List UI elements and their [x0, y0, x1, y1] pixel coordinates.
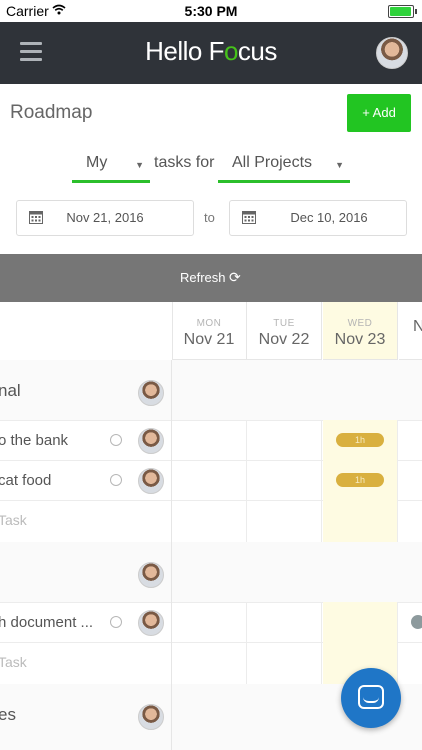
status-bar: Carrier 5:30 PM — [0, 0, 422, 22]
row-name-cell: Task — [0, 642, 172, 684]
title-bar: Roadmap + Add — [0, 84, 422, 145]
app-logo: Hello Focus — [145, 36, 277, 66]
refresh-label: Refresh — [180, 270, 226, 285]
refresh-button[interactable]: Refresh ⟳ — [0, 254, 422, 302]
refresh-icon: ⟳ — [229, 269, 241, 285]
day-date: Nov 22 — [258, 331, 310, 348]
chat-button[interactable] — [341, 668, 401, 728]
row-name-cell: Task — [0, 500, 172, 542]
task-row[interactable]: o the bank 1h — [0, 420, 422, 461]
group-label: es — [0, 705, 16, 724]
day-cell-today[interactable] — [323, 602, 398, 642]
time-estimate-pill[interactable]: 1h — [336, 433, 384, 447]
day-cell[interactable] — [399, 420, 422, 460]
task-row[interactable]: h document ... — [0, 602, 422, 643]
day-cell[interactable] — [247, 642, 322, 684]
group-row[interactable]: nal — [0, 360, 422, 421]
task-row[interactable]: cat food 1h — [0, 460, 422, 501]
task-label: o the bank — [0, 432, 69, 449]
row-name-cell: es — [0, 684, 172, 750]
day-header-today: WED Nov 23 — [323, 302, 398, 360]
top-navbar: Hello Focus — [0, 22, 422, 84]
day-cell[interactable] — [399, 642, 422, 684]
start-date-value: Nov 21, 2016 — [66, 210, 144, 225]
day-cell[interactable] — [247, 602, 322, 642]
add-button[interactable]: + Add — [347, 94, 411, 132]
clock-icon — [110, 434, 122, 446]
group-row[interactable] — [0, 542, 422, 603]
to-label: to — [204, 210, 215, 225]
day-cell-today[interactable] — [323, 500, 398, 542]
row-name-cell — [0, 542, 172, 602]
assignee-avatar — [138, 562, 164, 588]
caret-down-icon: ▼ — [335, 160, 344, 170]
day-cell[interactable] — [172, 420, 247, 460]
assignee-avatar — [138, 610, 164, 636]
day-header: TUE Nov 22 — [247, 302, 322, 360]
row-name-cell: nal — [0, 360, 172, 420]
day-of-week: TUE — [273, 318, 295, 329]
page-title: Roadmap — [10, 102, 93, 123]
assignee-avatar — [138, 468, 164, 494]
task-label: cat food — [0, 472, 52, 489]
assignee-avatar — [138, 380, 164, 406]
clock-icon — [110, 616, 122, 628]
day-cell[interactable] — [399, 500, 422, 542]
clock-time: 5:30 PM — [184, 3, 238, 19]
new-task-placeholder[interactable]: Task — [0, 512, 27, 528]
owner-select[interactable]: My ▼ — [72, 152, 150, 183]
assignee-avatar — [138, 428, 164, 454]
day-cell[interactable] — [172, 500, 247, 542]
row-name-cell: h document ... — [0, 602, 172, 642]
day-date: N — [413, 318, 422, 335]
day-cell[interactable] — [172, 460, 247, 500]
battery-icon — [388, 5, 417, 18]
task-marker[interactable] — [411, 615, 422, 629]
day-cell[interactable] — [399, 460, 422, 500]
day-cell[interactable] — [247, 460, 322, 500]
day-cell-today[interactable]: 1h — [323, 420, 398, 460]
day-header: N — [399, 302, 422, 360]
time-estimate-pill[interactable]: 1h — [336, 473, 384, 487]
end-date-field[interactable]: Dec 10, 2016 — [229, 200, 407, 236]
end-date-value: Dec 10, 2016 — [290, 210, 368, 225]
assignee-avatar — [138, 704, 164, 730]
day-cell[interactable] — [172, 602, 247, 642]
day-header: MON Nov 21 — [172, 302, 247, 360]
row-name-cell: cat food — [0, 460, 172, 500]
day-cell[interactable] — [247, 420, 322, 460]
group-label: nal — [0, 381, 21, 400]
day-of-week: MON — [196, 318, 222, 329]
new-task-placeholder[interactable]: Task — [0, 654, 27, 670]
day-cell[interactable] — [247, 500, 322, 542]
project-select-value: All Projects — [232, 154, 313, 171]
clock-icon — [110, 474, 122, 486]
profile-avatar[interactable] — [376, 37, 408, 69]
day-cell-today[interactable]: 1h — [323, 460, 398, 500]
task-label: h document ... — [0, 614, 94, 631]
tasks-for-label: tasks for — [154, 154, 215, 171]
row-name-cell: o the bank — [0, 420, 172, 460]
caret-down-icon: ▼ — [135, 160, 144, 170]
day-date: Nov 21 — [183, 331, 235, 348]
day-of-week: WED — [347, 318, 373, 329]
owner-select-value: My — [86, 154, 108, 171]
project-select[interactable]: All Projects ▼ — [218, 152, 350, 183]
day-cell[interactable] — [399, 602, 422, 642]
grid-header-corner — [0, 302, 173, 361]
filters-panel: My ▼ tasks for All Projects ▼ Nov 21, 20… — [0, 144, 422, 254]
day-cell[interactable] — [172, 642, 247, 684]
start-date-field[interactable]: Nov 21, 2016 — [16, 200, 194, 236]
new-task-row[interactable]: Task — [0, 500, 422, 543]
day-date: Nov 23 — [334, 331, 386, 348]
